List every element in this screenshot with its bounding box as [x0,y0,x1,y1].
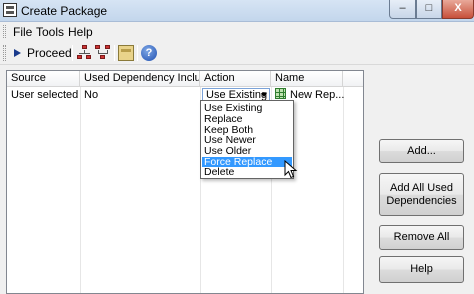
dropdown-option-delete[interactable]: Delete [202,167,292,178]
repository-icon [275,88,286,99]
package-properties-icon[interactable] [118,45,134,61]
toolbar-grip [3,45,6,61]
add-all-used-dependencies-button[interactable]: Add All Used Dependencies [379,173,464,216]
dropdown-option-use-newer[interactable]: Use Newer [202,135,292,146]
play-icon [14,49,21,57]
toolbar-separator [72,45,73,61]
minimize-button[interactable]: – [389,0,416,19]
column-header-name[interactable]: Name [271,71,343,86]
help-icon[interactable]: ? [141,45,157,61]
dependency-table[interactable]: Source Used Dependency Included Action N… [6,70,364,294]
help-button[interactable]: Help [379,256,464,283]
menu-help[interactable]: Help [68,25,93,39]
column-header-used-dependency[interactable]: Used Dependency Included [80,71,200,86]
cell-name-text: New Rep... [290,89,345,101]
toolbar-separator [114,45,115,61]
remove-all-button[interactable]: Remove All [379,225,464,250]
table-row[interactable]: User selected No Use Existing New Rep... [7,88,363,102]
action-dropdown-list[interactable]: Use Existing Replace Keep Both Use Newer… [200,100,294,179]
toolbar: Proceed ? [0,41,474,65]
toolbar-separator [137,45,138,61]
dropdown-option-replace[interactable]: Replace [202,114,292,125]
column-divider [343,87,344,293]
table-header: Source Used Dependency Included Action N… [7,71,363,87]
chevron-down-icon[interactable] [261,93,267,97]
mouse-cursor-icon [284,160,298,179]
column-divider [80,87,81,293]
close-button[interactable]: X [442,0,474,19]
menu-file[interactable]: File [13,25,32,39]
dependency-graph-icon[interactable] [95,45,111,61]
column-header-source[interactable]: Source [7,71,80,86]
menu-bar: File Tools Help [0,22,474,41]
menu-grip [3,25,6,38]
cell-used-dependency: No [84,89,99,101]
window-title: Create Package [21,4,108,18]
proceed-button[interactable]: Proceed [11,44,75,62]
proceed-label: Proceed [27,46,72,60]
app-icon [3,3,17,17]
menu-tools[interactable]: Tools [36,25,64,39]
dependency-tree-icon[interactable] [77,45,93,61]
column-header-action[interactable]: Action [200,71,271,86]
title-bar: Create Package – □ X [0,0,474,22]
maximize-button[interactable]: □ [416,0,442,19]
cell-source: User selected [11,89,79,101]
dropdown-option-use-older[interactable]: Use Older [202,146,292,157]
add-button[interactable]: Add... [379,139,464,163]
dropdown-option-use-existing[interactable]: Use Existing [202,103,292,114]
